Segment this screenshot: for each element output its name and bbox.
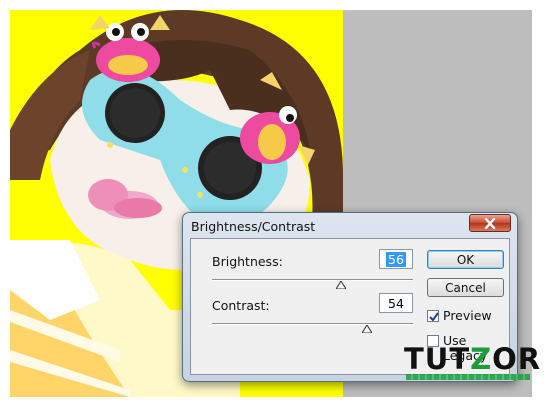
brightness-slider-track[interactable]	[212, 279, 413, 281]
preview-label: Preview	[443, 308, 492, 323]
brightness-slider-thumb[interactable]	[335, 281, 346, 289]
tutzor-watermark-logo: TUTZOR	[404, 344, 540, 388]
dialog-titlebar[interactable]: Brightness/Contrast	[183, 213, 517, 238]
contrast-slider-track[interactable]	[212, 323, 413, 325]
dialog-title: Brightness/Contrast	[191, 219, 316, 234]
watermark-tagline-bar	[406, 374, 530, 380]
preview-checkbox[interactable]	[427, 310, 439, 322]
ok-button[interactable]: OK	[427, 250, 504, 269]
contrast-input[interactable]: 54	[379, 293, 413, 313]
checkmark-icon	[429, 312, 439, 322]
brightness-input[interactable]: 56	[379, 249, 413, 269]
close-button[interactable]	[469, 214, 511, 232]
cancel-button[interactable]: Cancel	[427, 278, 504, 297]
contrast-value: 54	[388, 295, 404, 311]
contrast-slider-thumb[interactable]	[361, 325, 372, 333]
contrast-label: Contrast:	[212, 298, 270, 313]
close-icon	[484, 217, 496, 229]
brightness-value: 56	[386, 251, 406, 267]
watermark-text: TUTZOR	[404, 342, 542, 376]
brightness-label: Brightness:	[212, 254, 283, 269]
